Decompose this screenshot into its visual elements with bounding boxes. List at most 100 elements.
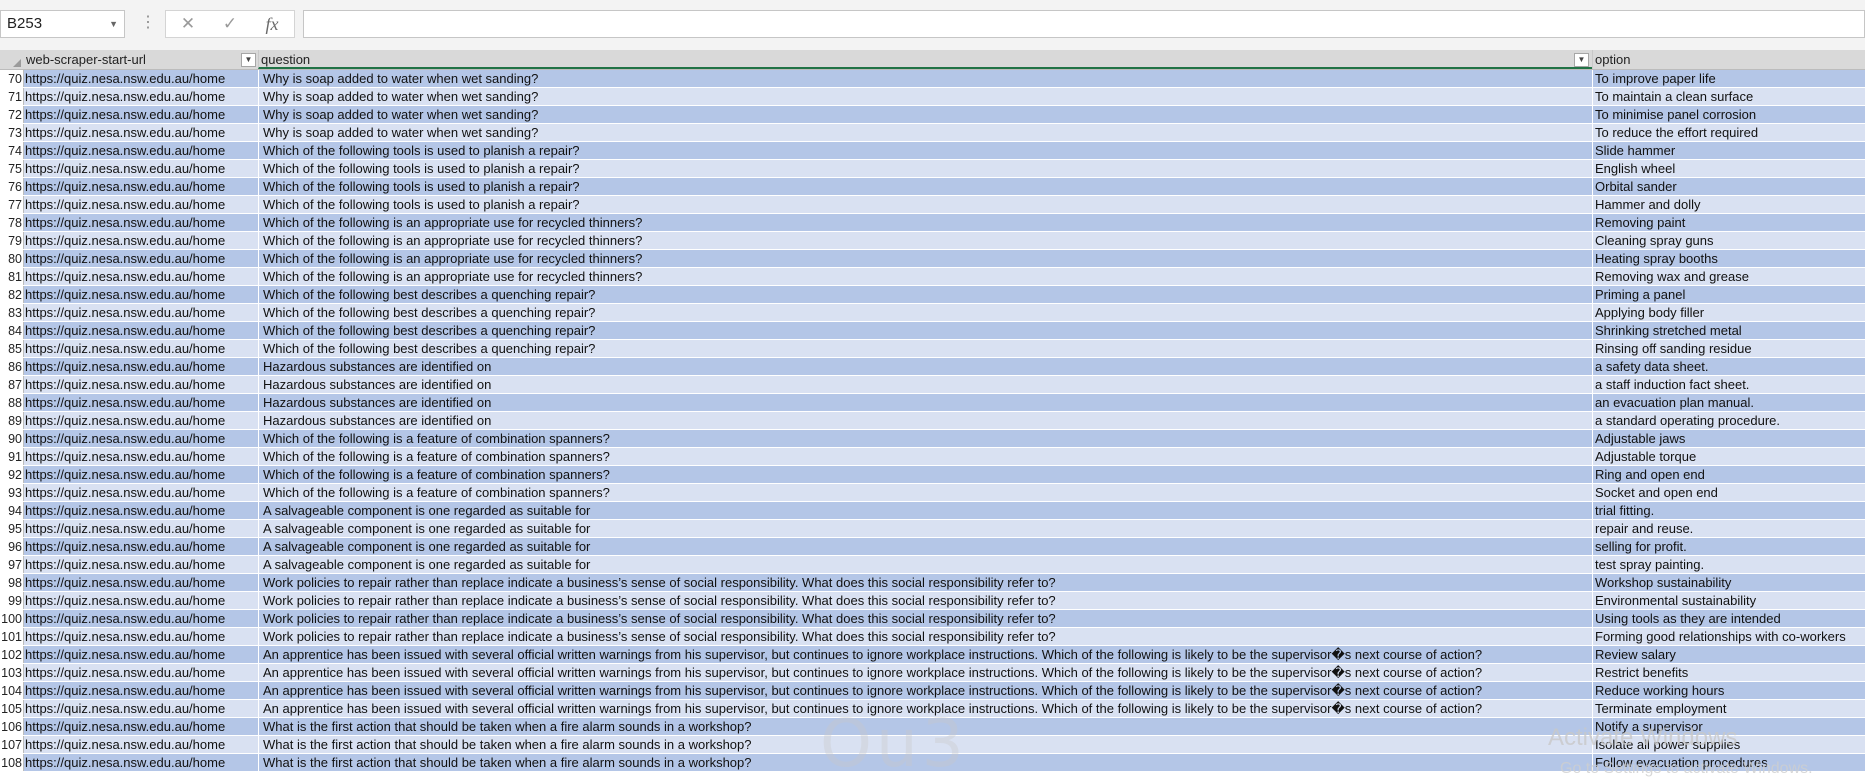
column-header-option[interactable]: option xyxy=(1592,50,1865,69)
cell-url[interactable]: https://quiz.nesa.nsw.edu.au/home xyxy=(24,484,258,501)
cancel-icon[interactable]: ✕ xyxy=(168,11,208,37)
cell-url[interactable]: https://quiz.nesa.nsw.edu.au/home xyxy=(24,394,258,411)
cell-option[interactable]: test spray painting. xyxy=(1592,556,1865,573)
cell-url[interactable]: https://quiz.nesa.nsw.edu.au/home xyxy=(24,322,258,339)
cell-question[interactable]: An apprentice has been issued with sever… xyxy=(258,664,1592,681)
cell-url[interactable]: https://quiz.nesa.nsw.edu.au/home xyxy=(24,376,258,393)
cell-option[interactable]: To maintain a clean surface xyxy=(1592,88,1865,105)
cell-url[interactable]: https://quiz.nesa.nsw.edu.au/home xyxy=(24,574,258,591)
row-number[interactable]: 107 xyxy=(0,736,24,753)
row-number[interactable]: 74 xyxy=(0,142,24,159)
cell-option[interactable]: Shrinking stretched metal xyxy=(1592,322,1865,339)
cell-url[interactable]: https://quiz.nesa.nsw.edu.au/home xyxy=(24,178,258,195)
cell-option[interactable]: selling for profit. xyxy=(1592,538,1865,555)
cell-url[interactable]: https://quiz.nesa.nsw.edu.au/home xyxy=(24,646,258,663)
cell-url[interactable]: https://quiz.nesa.nsw.edu.au/home xyxy=(24,466,258,483)
cell-option[interactable]: Environmental sustainability xyxy=(1592,592,1865,609)
cell-option[interactable]: To minimise panel corrosion xyxy=(1592,106,1865,123)
cell-option[interactable]: Reduce working hours xyxy=(1592,682,1865,699)
cell-question[interactable]: Which of the following is a feature of c… xyxy=(258,448,1592,465)
cell-question[interactable]: A salvageable component is one regarded … xyxy=(258,520,1592,537)
cell-url[interactable]: https://quiz.nesa.nsw.edu.au/home xyxy=(24,664,258,681)
cell-option[interactable]: To reduce the effort required xyxy=(1592,124,1865,141)
row-number[interactable]: 91 xyxy=(0,448,24,465)
table-row[interactable]: 104 https://quiz.nesa.nsw.edu.au/home An a… xyxy=(0,682,1865,700)
cell-question[interactable]: Why is soap added to water when wet sand… xyxy=(258,124,1592,141)
table-row[interactable]: 95 https://quiz.nesa.nsw.edu.au/home A sal… xyxy=(0,520,1865,538)
cell-question[interactable]: Which of the following is a feature of c… xyxy=(258,430,1592,447)
row-number[interactable]: 93 xyxy=(0,484,24,501)
table-row[interactable]: 102 https://quiz.nesa.nsw.edu.au/home An a… xyxy=(0,646,1865,664)
table-row[interactable]: 70 https://quiz.nesa.nsw.edu.au/home Why i… xyxy=(0,70,1865,88)
cell-question[interactable]: Which of the following best describes a … xyxy=(258,322,1592,339)
cell-url[interactable]: https://quiz.nesa.nsw.edu.au/home xyxy=(24,538,258,555)
row-number[interactable]: 87 xyxy=(0,376,24,393)
cell-url[interactable]: https://quiz.nesa.nsw.edu.au/home xyxy=(24,430,258,447)
table-row[interactable]: 73 https://quiz.nesa.nsw.edu.au/home Why i… xyxy=(0,124,1865,142)
row-number[interactable]: 101 xyxy=(0,628,24,645)
cell-question[interactable]: Which of the following is a feature of c… xyxy=(258,466,1592,483)
cell-url[interactable]: https://quiz.nesa.nsw.edu.au/home xyxy=(24,556,258,573)
cell-option[interactable]: Applying body filler xyxy=(1592,304,1865,321)
row-number[interactable]: 76 xyxy=(0,178,24,195)
table-row[interactable]: 83 https://quiz.nesa.nsw.edu.au/home Which… xyxy=(0,304,1865,322)
row-number[interactable]: 104 xyxy=(0,682,24,699)
cell-url[interactable]: https://quiz.nesa.nsw.edu.au/home xyxy=(24,142,258,159)
cell-url[interactable]: https://quiz.nesa.nsw.edu.au/home xyxy=(24,700,258,717)
cell-option[interactable]: Restrict benefits xyxy=(1592,664,1865,681)
table-row[interactable]: 74 https://quiz.nesa.nsw.edu.au/home Which… xyxy=(0,142,1865,160)
row-number[interactable]: 90 xyxy=(0,430,24,447)
table-row[interactable]: 96 https://quiz.nesa.nsw.edu.au/home A sal… xyxy=(0,538,1865,556)
cell-url[interactable]: https://quiz.nesa.nsw.edu.au/home xyxy=(24,754,258,771)
row-number[interactable]: 79 xyxy=(0,232,24,249)
row-number[interactable]: 84 xyxy=(0,322,24,339)
cell-question[interactable]: Which of the following is an appropriate… xyxy=(258,268,1592,285)
table-row[interactable]: 87 https://quiz.nesa.nsw.edu.au/home Hazar… xyxy=(0,376,1865,394)
cell-option[interactable]: Socket and open end xyxy=(1592,484,1865,501)
cell-question[interactable]: Work policies to repair rather than repl… xyxy=(258,592,1592,609)
row-number[interactable]: 78 xyxy=(0,214,24,231)
cell-option[interactable]: Workshop sustainability xyxy=(1592,574,1865,591)
row-number[interactable]: 99 xyxy=(0,592,24,609)
row-number[interactable]: 92 xyxy=(0,466,24,483)
table-row[interactable]: 93 https://quiz.nesa.nsw.edu.au/home Which… xyxy=(0,484,1865,502)
cell-option[interactable]: repair and reuse. xyxy=(1592,520,1865,537)
cell-url[interactable]: https://quiz.nesa.nsw.edu.au/home xyxy=(24,592,258,609)
row-number[interactable]: 94 xyxy=(0,502,24,519)
cell-question[interactable]: Which of the following is a feature of c… xyxy=(258,484,1592,501)
row-number[interactable]: 102 xyxy=(0,646,24,663)
row-number[interactable]: 70 xyxy=(0,70,24,87)
row-number[interactable]: 96 xyxy=(0,538,24,555)
cell-option[interactable]: a safety data sheet. xyxy=(1592,358,1865,375)
cell-option[interactable]: Cleaning spray guns xyxy=(1592,232,1865,249)
row-number[interactable]: 83 xyxy=(0,304,24,321)
cell-url[interactable]: https://quiz.nesa.nsw.edu.au/home xyxy=(24,448,258,465)
cell-url[interactable]: https://quiz.nesa.nsw.edu.au/home xyxy=(24,610,258,627)
table-row[interactable]: 99 https://quiz.nesa.nsw.edu.au/home Work … xyxy=(0,592,1865,610)
cell-option[interactable]: Adjustable jaws xyxy=(1592,430,1865,447)
cell-url[interactable]: https://quiz.nesa.nsw.edu.au/home xyxy=(24,718,258,735)
cell-url[interactable]: https://quiz.nesa.nsw.edu.au/home xyxy=(24,196,258,213)
cell-url[interactable]: https://quiz.nesa.nsw.edu.au/home xyxy=(24,412,258,429)
enter-icon[interactable]: ✓ xyxy=(210,11,250,37)
table-row[interactable]: 92 https://quiz.nesa.nsw.edu.au/home Which… xyxy=(0,466,1865,484)
cell-question[interactable]: Work policies to repair rather than repl… xyxy=(258,628,1592,645)
row-number[interactable]: 75 xyxy=(0,160,24,177)
table-row[interactable]: 81 https://quiz.nesa.nsw.edu.au/home Which… xyxy=(0,268,1865,286)
cell-url[interactable]: https://quiz.nesa.nsw.edu.au/home xyxy=(24,358,258,375)
cell-option[interactable]: trial fitting. xyxy=(1592,502,1865,519)
cell-question[interactable]: Hazardous substances are identified on xyxy=(258,394,1592,411)
cell-question[interactable]: A salvageable component is one regarded … xyxy=(258,502,1592,519)
cell-url[interactable]: https://quiz.nesa.nsw.edu.au/home xyxy=(24,502,258,519)
table-row[interactable]: 71 https://quiz.nesa.nsw.edu.au/home Why i… xyxy=(0,88,1865,106)
column-header-url[interactable]: web-scraper-start-url xyxy=(24,50,258,69)
row-number[interactable]: 86 xyxy=(0,358,24,375)
cell-option[interactable]: Priming a panel xyxy=(1592,286,1865,303)
cell-option[interactable]: Removing paint xyxy=(1592,214,1865,231)
table-row[interactable]: 97 https://quiz.nesa.nsw.edu.au/home A sal… xyxy=(0,556,1865,574)
cell-url[interactable]: https://quiz.nesa.nsw.edu.au/home xyxy=(24,88,258,105)
cell-url[interactable]: https://quiz.nesa.nsw.edu.au/home xyxy=(24,628,258,645)
cell-option[interactable]: Heating spray booths xyxy=(1592,250,1865,267)
cell-option[interactable]: a standard operating procedure. xyxy=(1592,412,1865,429)
cell-url[interactable]: https://quiz.nesa.nsw.edu.au/home xyxy=(24,340,258,357)
